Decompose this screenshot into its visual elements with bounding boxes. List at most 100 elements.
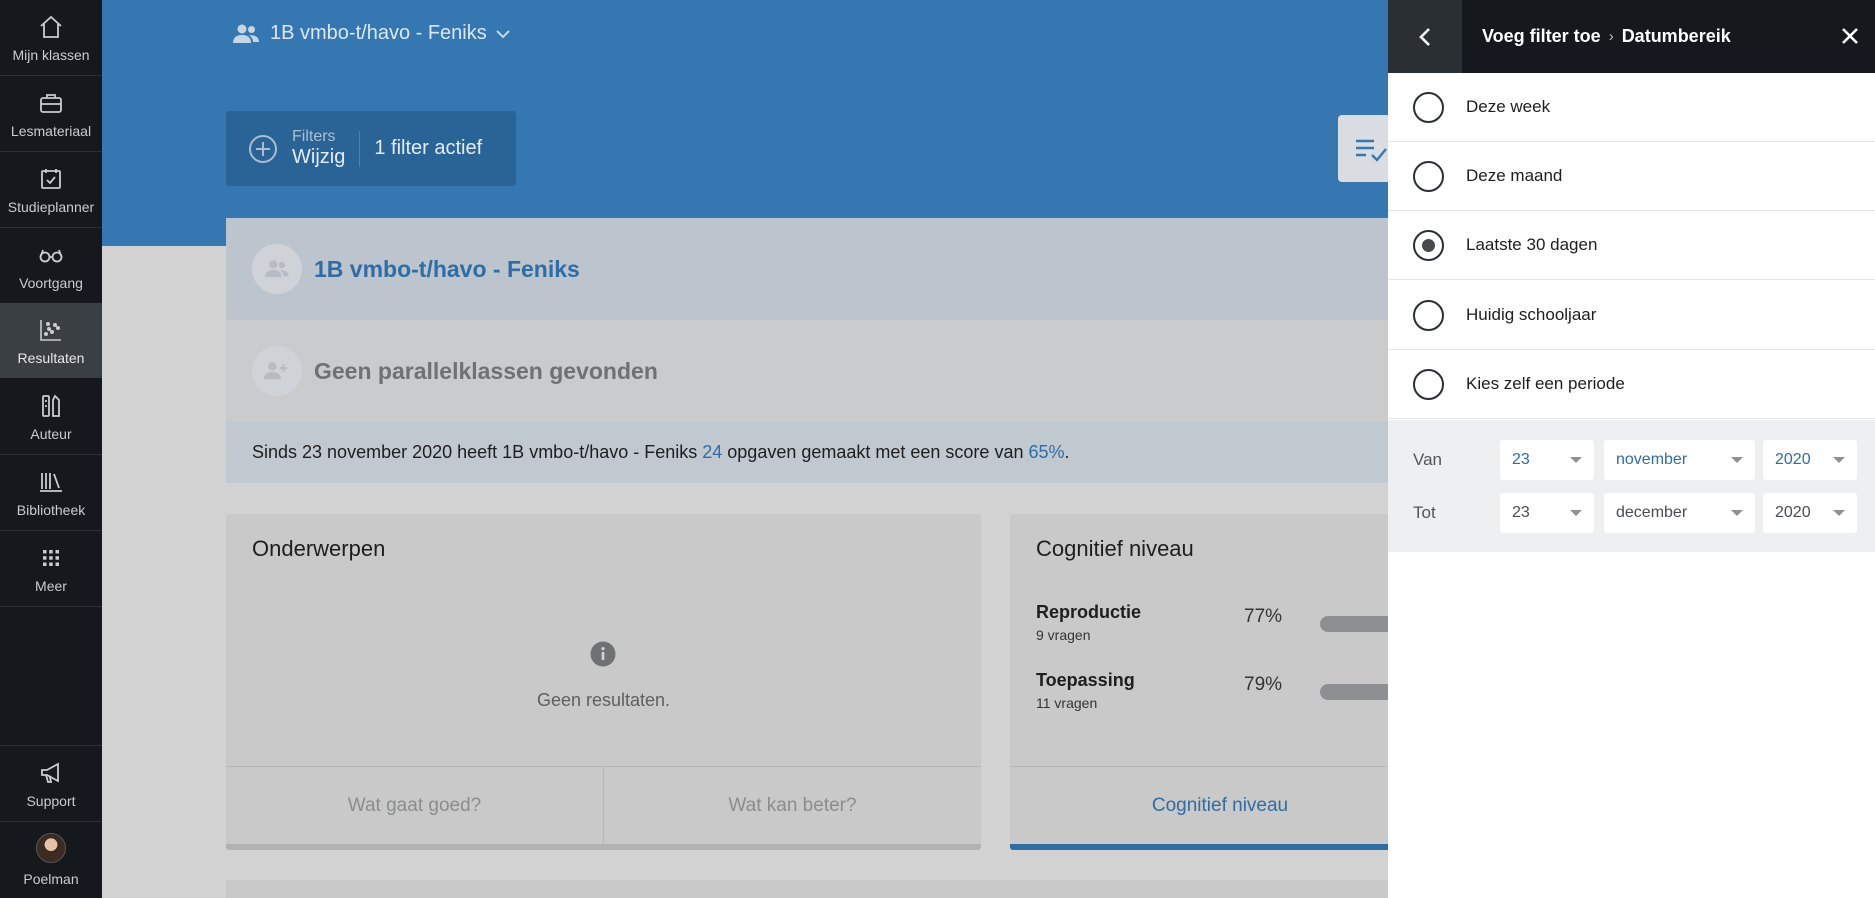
caret-down-icon <box>1731 457 1743 463</box>
books-icon <box>40 472 62 492</box>
cognitive-level-count: 11 vragen <box>1036 695 1098 711</box>
option-deze-maand[interactable]: Deze maand <box>1388 142 1875 211</box>
from-year-select[interactable]: 2020 <box>1763 440 1857 480</box>
class-name: 1B vmbo-t/havo - Feniks <box>314 255 580 282</box>
to-month-select[interactable]: december <box>1604 493 1755 533</box>
home-icon <box>40 15 62 38</box>
class-selector[interactable]: 1B vmbo-t/havo - Feniks <box>232 22 521 45</box>
avatar <box>36 832 66 863</box>
option-deze-week[interactable]: Deze week <box>1388 73 1875 142</box>
caret-down-icon <box>1570 457 1582 463</box>
filter-label: Filters <box>292 128 336 145</box>
caret-down-icon <box>1731 510 1743 516</box>
glasses-icon <box>39 249 63 262</box>
summary-middle: opgaven gemaakt met een score van <box>727 442 1024 462</box>
from-label: Van <box>1413 450 1442 469</box>
filter-text: Filters Wijzig <box>292 128 345 169</box>
cognitive-level-bar <box>1320 616 1388 632</box>
sidebar-item-studieplanner[interactable]: Studieplanner <box>0 152 102 227</box>
caret-down-icon <box>1570 510 1582 516</box>
option-label: Huidig schooljaar <box>1466 305 1597 324</box>
empty-state-text: Geen resultaten. <box>536 690 671 710</box>
filter-active-count: 1 filter actief <box>374 137 483 159</box>
select-value: november <box>1616 451 1688 468</box>
sidebar-item-lesmateriaal[interactable]: Lesmateriaal <box>0 76 102 151</box>
breadcrumb-parent[interactable]: Voeg filter toe <box>1482 26 1601 47</box>
divider <box>359 130 361 167</box>
radio-button[interactable] <box>1413 91 1444 123</box>
what-goes-well-button[interactable]: Wat gaat goed? <box>226 767 603 844</box>
option-kies-zelf-een-periode[interactable]: Kies zelf een periode <box>1388 350 1875 419</box>
select-value: 2020 <box>1775 451 1811 468</box>
users-icon <box>233 24 259 43</box>
caret-down-icon <box>1833 457 1845 463</box>
radio-button-checked[interactable] <box>1413 229 1444 261</box>
radio-button[interactable] <box>1413 368 1444 400</box>
option-huidig-schooljaar[interactable]: Huidig schooljaar <box>1388 281 1875 350</box>
topics-card: Onderwerpen Geen resultaten. Wat gaat go… <box>226 514 981 850</box>
user-menu[interactable]: Poelman <box>0 822 102 897</box>
author-tools-icon <box>42 393 60 417</box>
to-day-select[interactable]: 23 <box>1500 493 1594 533</box>
megaphone-icon <box>41 761 59 783</box>
option-label: Deze week <box>1466 97 1551 116</box>
cognitive-level-count: 9 vragen <box>1036 627 1091 643</box>
grid-icon <box>43 549 59 566</box>
cognitive-level-name: Reproductie <box>1036 602 1142 622</box>
parallel-avatar <box>252 346 302 396</box>
close-button[interactable] <box>1835 21 1865 51</box>
calendar-check-icon <box>41 168 61 189</box>
sidebar-item-label: Resultaten <box>17 349 85 366</box>
sidebar-item-voortgang[interactable]: Voortgang <box>0 228 102 303</box>
cognitive-level-bar <box>1320 684 1388 700</box>
from-day-select[interactable]: 23 <box>1500 440 1594 480</box>
radio-button[interactable] <box>1413 160 1444 192</box>
users-add-icon <box>263 362 288 380</box>
select-value: 23 <box>1512 504 1530 521</box>
info-icon <box>590 641 616 667</box>
breadcrumb-current: Datumbereik <box>1621 26 1731 46</box>
sidebar-item-label: Voortgang <box>19 274 83 291</box>
filter-button[interactable]: Filters Wijzig 1 filter actief <box>226 111 516 186</box>
close-icon <box>1842 28 1858 44</box>
select-value: december <box>1616 504 1688 521</box>
to-year-select[interactable]: 2020 <box>1763 493 1857 533</box>
user-name: Poelman <box>23 870 79 887</box>
main-content: 1B vmbo-t/havo - Feniks Filters Wijzig 1… <box>102 0 1388 898</box>
cognitive-level-percent: 77% <box>1244 606 1283 627</box>
sidebar-item-meer[interactable]: Meer <box>0 531 102 606</box>
parallel-classes-row: Geen parallelklassen gevonden <box>226 320 1388 422</box>
briefcase-icon <box>40 93 62 113</box>
chevron-down-icon <box>496 29 510 38</box>
class-row[interactable]: 1B vmbo-t/havo - Feniks <box>226 218 1388 320</box>
view-toggle-button[interactable] <box>1338 115 1388 182</box>
sidebar-item-mijn-klassen[interactable]: Mijn klassen <box>0 0 102 75</box>
chevron-left-icon <box>1419 27 1430 46</box>
sidebar-item-label: Support <box>26 792 76 809</box>
sidebar-item-bibliotheek[interactable]: Bibliotheek <box>0 455 102 530</box>
breadcrumb-separator: › <box>1608 28 1614 45</box>
option-label: Laatste 30 dagen <box>1466 235 1598 254</box>
summary-count: 24 <box>702 442 723 462</box>
list-check-icon <box>1356 139 1387 162</box>
breadcrumb: Voeg filter toe › Datumbereik <box>1482 26 1731 47</box>
cognitive-row: Toepassing 11 vragen 79% <box>1036 670 1388 720</box>
parallel-classes-text: Geen parallelklassen gevonden <box>314 357 658 384</box>
radio-button[interactable] <box>1413 299 1444 331</box>
cognitive-level-name: Toepassing <box>1036 670 1135 690</box>
option-laatste-30-dagen[interactable]: Laatste 30 dagen <box>1388 211 1875 280</box>
sidebar-item-auteur[interactable]: Auteur <box>0 379 102 454</box>
cognitive-level-button[interactable]: Cognitief niveau <box>1010 767 1388 844</box>
cognitive-level-percent: 79% <box>1244 674 1283 695</box>
sidebar-item-label: Mijn klassen <box>12 46 90 63</box>
select-value: 2020 <box>1775 504 1811 521</box>
from-month-select[interactable]: november <box>1604 440 1755 480</box>
sidebar-item-label: Meer <box>35 577 67 594</box>
back-button[interactable] <box>1388 0 1462 73</box>
sidebar-item-support[interactable]: Support <box>0 746 102 821</box>
sidebar-item-resultaten[interactable]: Resultaten <box>0 303 102 378</box>
class-card: 1B vmbo-t/havo - Feniks Geen parallelkla… <box>226 218 1388 483</box>
scatter-chart-icon <box>40 319 61 341</box>
sidebar-item-label: Bibliotheek <box>16 501 86 518</box>
what-can-improve-button[interactable]: Wat kan beter? <box>603 767 981 844</box>
